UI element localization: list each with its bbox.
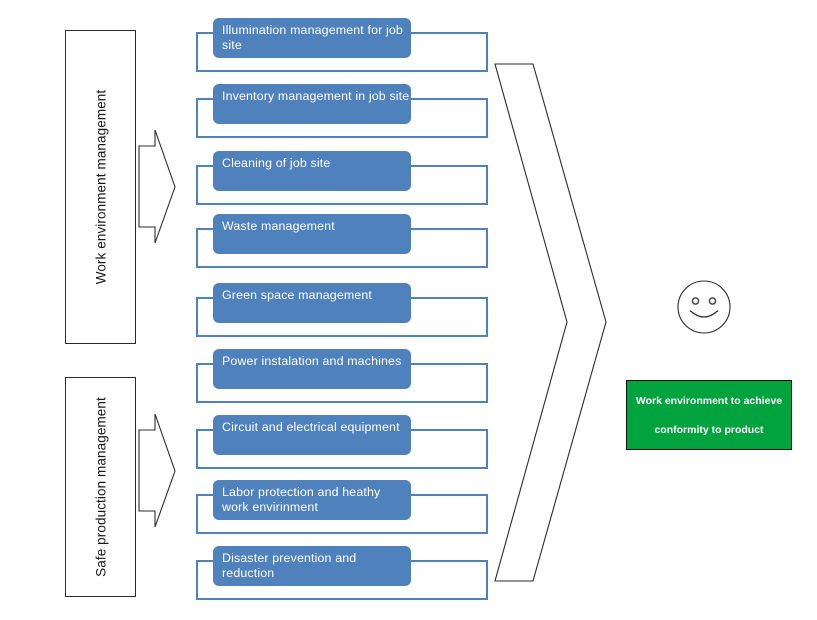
process-row-green-space-management[interactable]: Green space management: [196, 283, 488, 337]
process-row-circuit-and-electrical-equipment[interactable]: Circuit and electrical equipment: [196, 415, 488, 469]
smiley-face-svg: [677, 280, 731, 334]
process-row-power-instalation-and-machines[interactable]: Power instalation and machines: [196, 349, 488, 403]
process-label: Waste management: [222, 219, 335, 233]
category-label-work-environment-management: Work environment management: [93, 89, 108, 285]
process-chip-disaster-prevention-and-reduction[interactable]: Disaster prevention and reduction: [213, 546, 411, 586]
process-row-waste-management[interactable]: Waste management: [196, 214, 488, 268]
process-chip-green-space-management[interactable]: Green space management: [213, 283, 411, 323]
category-label-safe-production-management: Safe production management: [93, 397, 108, 577]
diagram-canvas: Work environment management Safe product…: [0, 0, 817, 620]
process-chip-power-instalation-and-machines[interactable]: Power instalation and machines: [213, 349, 411, 389]
process-label-line-1: Labor protection and heathy: [222, 485, 381, 499]
outcome-box[interactable]: Work environment to achieve conformity t…: [626, 380, 792, 450]
smiley-eye-right: [708, 297, 717, 305]
large-right-arrow-icon: [494, 63, 607, 582]
process-chip-illumination-management[interactable]: Illumination management for job site: [213, 18, 411, 58]
smiley-eye-left: [691, 297, 700, 305]
process-label: Circuit and electrical equipment: [222, 420, 400, 434]
process-row-inventory-management[interactable]: Inventory management in job site: [196, 84, 488, 138]
process-label: Cleaning of job site: [222, 156, 331, 170]
process-label-line-1: Illumination management for job: [222, 23, 403, 37]
process-row-disaster-prevention-and-reduction[interactable]: Disaster prevention and reduction: [196, 546, 488, 600]
right-arrow-connector-icon-1: [138, 129, 176, 244]
category-box-safe-production-management[interactable]: Safe production management: [65, 377, 136, 597]
process-label: Power instalation and machines: [222, 354, 402, 368]
process-row-cleaning-of-job-site[interactable]: Cleaning of job site: [196, 151, 488, 205]
process-label-line-2: work envirinment: [222, 499, 319, 514]
process-label: Inventory management in job site: [222, 89, 410, 103]
process-label: Disaster prevention and reduction: [222, 551, 357, 580]
smiley-head: [677, 280, 731, 334]
smiley-face-icon: [676, 279, 732, 335]
process-chip-waste-management[interactable]: Waste management: [213, 214, 411, 254]
process-chip-inventory-management[interactable]: Inventory management in job site: [213, 84, 411, 124]
process-chip-circuit-and-electrical-equipment[interactable]: Circuit and electrical equipment: [213, 415, 411, 455]
category-box-work-environment-management[interactable]: Work environment management: [65, 30, 136, 344]
outcome-line-1: Work environment to achieve: [635, 394, 783, 407]
process-label: Green space management: [222, 288, 373, 302]
process-row-illumination-management[interactable]: Illumination management for job site: [196, 18, 488, 72]
process-label-line-2: site: [222, 37, 242, 52]
process-row-labor-protection[interactable]: Labor protection and heathy work envirin…: [196, 480, 488, 534]
process-chip-labor-protection[interactable]: Labor protection and heathy work envirin…: [213, 480, 411, 520]
outcome-line-2: conformity to product: [654, 423, 764, 436]
process-chip-cleaning-of-job-site[interactable]: Cleaning of job site: [213, 151, 411, 191]
right-arrow-connector-icon-2: [138, 413, 176, 528]
